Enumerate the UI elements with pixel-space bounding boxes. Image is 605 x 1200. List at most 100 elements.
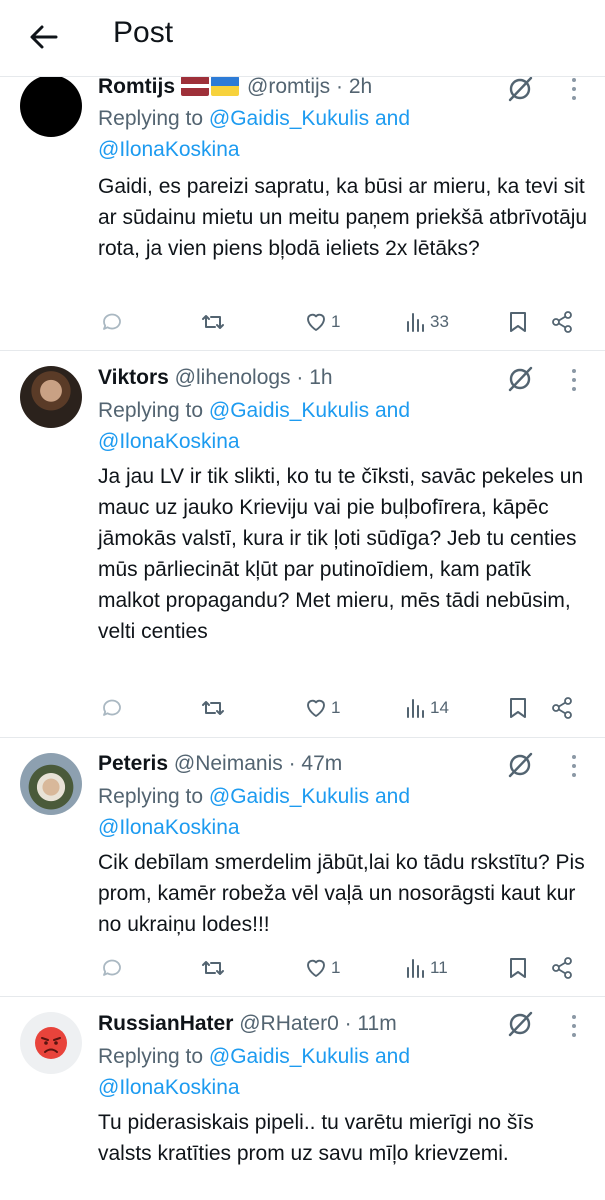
replying-to: Replying to @Gaidis_Kukulis and @IlonaKo… bbox=[98, 785, 410, 839]
post-text: Cik debīlam smerdelim jābūt,lai ko tādu … bbox=[98, 851, 585, 936]
post-header: Peteris @Neimanis · 47m bbox=[98, 751, 342, 777]
more-icon[interactable] bbox=[566, 753, 582, 779]
views-icon bbox=[407, 959, 424, 978]
mention-link[interactable]: @Gaidis_Kukulis bbox=[209, 785, 369, 808]
display-name[interactable]: RussianHater bbox=[98, 1012, 233, 1035]
reply-icon bbox=[103, 699, 121, 716]
reply-post[interactable]: RussianHater @RHater0 · 11m Replying to … bbox=[0, 997, 605, 1200]
retweet-icon bbox=[202, 315, 224, 329]
avatar[interactable] bbox=[20, 75, 82, 137]
like-icon bbox=[307, 313, 325, 331]
like-count: 1 bbox=[331, 958, 341, 977]
mention-link[interactable]: @IlonaKoskina bbox=[98, 430, 240, 453]
more-icon[interactable] bbox=[566, 1013, 582, 1039]
mention-link[interactable]: @IlonaKoskina bbox=[98, 1076, 240, 1099]
bookmark-button[interactable] bbox=[507, 694, 529, 722]
latvia-flag-icon bbox=[181, 76, 210, 96]
post-text: Tu piderasiskais pipeli.. tu varētu mier… bbox=[98, 1111, 534, 1165]
separator: · bbox=[330, 75, 349, 98]
views-button[interactable]: 11 bbox=[405, 954, 448, 982]
angry-face-icon bbox=[35, 1027, 67, 1059]
share-button[interactable] bbox=[550, 954, 574, 982]
reply-button[interactable] bbox=[100, 694, 124, 722]
like-button[interactable]: 1 bbox=[304, 308, 340, 336]
share-icon bbox=[552, 957, 572, 979]
handle[interactable]: @Neimanis bbox=[174, 752, 283, 775]
retweet-icon bbox=[202, 961, 224, 975]
post-header: Romtijs @romtijs · 2h bbox=[98, 74, 372, 100]
display-name[interactable]: Peteris bbox=[98, 752, 168, 775]
bookmark-icon bbox=[510, 312, 526, 332]
back-button[interactable] bbox=[26, 19, 62, 55]
separator: · bbox=[282, 752, 302, 775]
timestamp[interactable]: 2h bbox=[349, 75, 372, 98]
share-icon bbox=[552, 311, 572, 333]
handle[interactable]: @lihenologs bbox=[175, 366, 291, 389]
avatar[interactable] bbox=[20, 1012, 82, 1074]
share-icon bbox=[552, 697, 572, 719]
timestamp[interactable]: 47m bbox=[301, 752, 342, 775]
views-button[interactable]: 14 bbox=[405, 694, 449, 722]
mention-link[interactable]: @Gaidis_Kukulis bbox=[209, 1045, 369, 1068]
retweet-button[interactable] bbox=[200, 694, 226, 722]
handle[interactable]: @romtijs bbox=[247, 75, 330, 98]
bookmark-button[interactable] bbox=[507, 308, 529, 336]
mention-link[interactable]: @IlonaKoskina bbox=[98, 816, 240, 839]
separator: · bbox=[290, 366, 310, 389]
more-icon[interactable] bbox=[566, 367, 582, 393]
reply-post[interactable]: Peteris @Neimanis · 47m Replying to @Gai… bbox=[0, 738, 605, 997]
post-header: Viktors @lihenologs · 1h bbox=[98, 365, 333, 391]
grok-icon[interactable] bbox=[505, 1009, 535, 1039]
grok-icon[interactable] bbox=[505, 74, 535, 104]
avatar[interactable] bbox=[20, 366, 82, 428]
post-text: Gaidi, es pareizi sapratu, ka būsi ar mi… bbox=[98, 175, 588, 260]
like-button[interactable]: 1 bbox=[304, 954, 340, 982]
share-button[interactable] bbox=[550, 694, 574, 722]
bookmark-icon bbox=[510, 698, 526, 718]
mention-link[interactable]: @Gaidis_Kukulis bbox=[209, 399, 369, 422]
like-button[interactable]: 1 bbox=[304, 694, 340, 722]
views-button[interactable]: 33 bbox=[405, 308, 449, 336]
like-count: 1 bbox=[331, 312, 341, 331]
replying-to: Replying to @Gaidis_Kukulis and @IlonaKo… bbox=[98, 1045, 410, 1099]
more-icon[interactable] bbox=[566, 76, 582, 102]
reply-icon bbox=[103, 959, 121, 976]
retweet-button[interactable] bbox=[200, 954, 226, 982]
reply-post[interactable]: Viktors @lihenologs · 1h Replying to @Ga… bbox=[0, 351, 605, 738]
view-count: 11 bbox=[430, 958, 448, 977]
bookmark-button[interactable] bbox=[507, 954, 529, 982]
mention-link[interactable]: @IlonaKoskina bbox=[98, 138, 240, 161]
grok-icon[interactable] bbox=[505, 750, 535, 780]
back-arrow-icon bbox=[30, 25, 58, 49]
grok-icon[interactable] bbox=[505, 364, 535, 394]
view-count: 14 bbox=[430, 698, 449, 717]
post-text: Ja jau LV ir tik slikti, ko tu te čīksti… bbox=[98, 465, 584, 643]
retweet-icon bbox=[202, 701, 224, 715]
ukraine-flag-icon bbox=[211, 76, 240, 96]
page-title: Post bbox=[113, 16, 174, 49]
like-icon bbox=[307, 699, 325, 717]
avatar[interactable] bbox=[20, 753, 82, 815]
timestamp[interactable]: 1h bbox=[309, 366, 332, 389]
like-icon bbox=[307, 959, 325, 977]
display-name[interactable]: Romtijs bbox=[98, 75, 175, 98]
mention-link[interactable]: @Gaidis_Kukulis bbox=[209, 107, 369, 130]
handle[interactable]: @RHater0 bbox=[239, 1012, 339, 1035]
views-icon bbox=[407, 313, 424, 332]
replying-to: Replying to @Gaidis_Kukulis and @IlonaKo… bbox=[98, 107, 410, 161]
timestamp[interactable]: 11m bbox=[357, 1012, 396, 1035]
top-bar: Post bbox=[0, 0, 605, 77]
like-count: 1 bbox=[331, 698, 341, 717]
reply-button[interactable] bbox=[100, 954, 124, 982]
bookmark-icon bbox=[510, 958, 526, 978]
post-feed: Romtijs @romtijs · 2h Replying to @Gaidis… bbox=[0, 0, 605, 1200]
retweet-button[interactable] bbox=[200, 308, 226, 336]
display-name[interactable]: Viktors bbox=[98, 366, 169, 389]
views-icon bbox=[407, 699, 424, 718]
separator: · bbox=[338, 1012, 358, 1035]
replying-to: Replying to @Gaidis_Kukulis and @IlonaKo… bbox=[98, 399, 410, 453]
share-button[interactable] bbox=[550, 308, 574, 336]
reply-icon bbox=[103, 313, 121, 330]
reply-button[interactable] bbox=[100, 308, 124, 336]
post-header: RussianHater @RHater0 · 11m bbox=[98, 1011, 397, 1037]
